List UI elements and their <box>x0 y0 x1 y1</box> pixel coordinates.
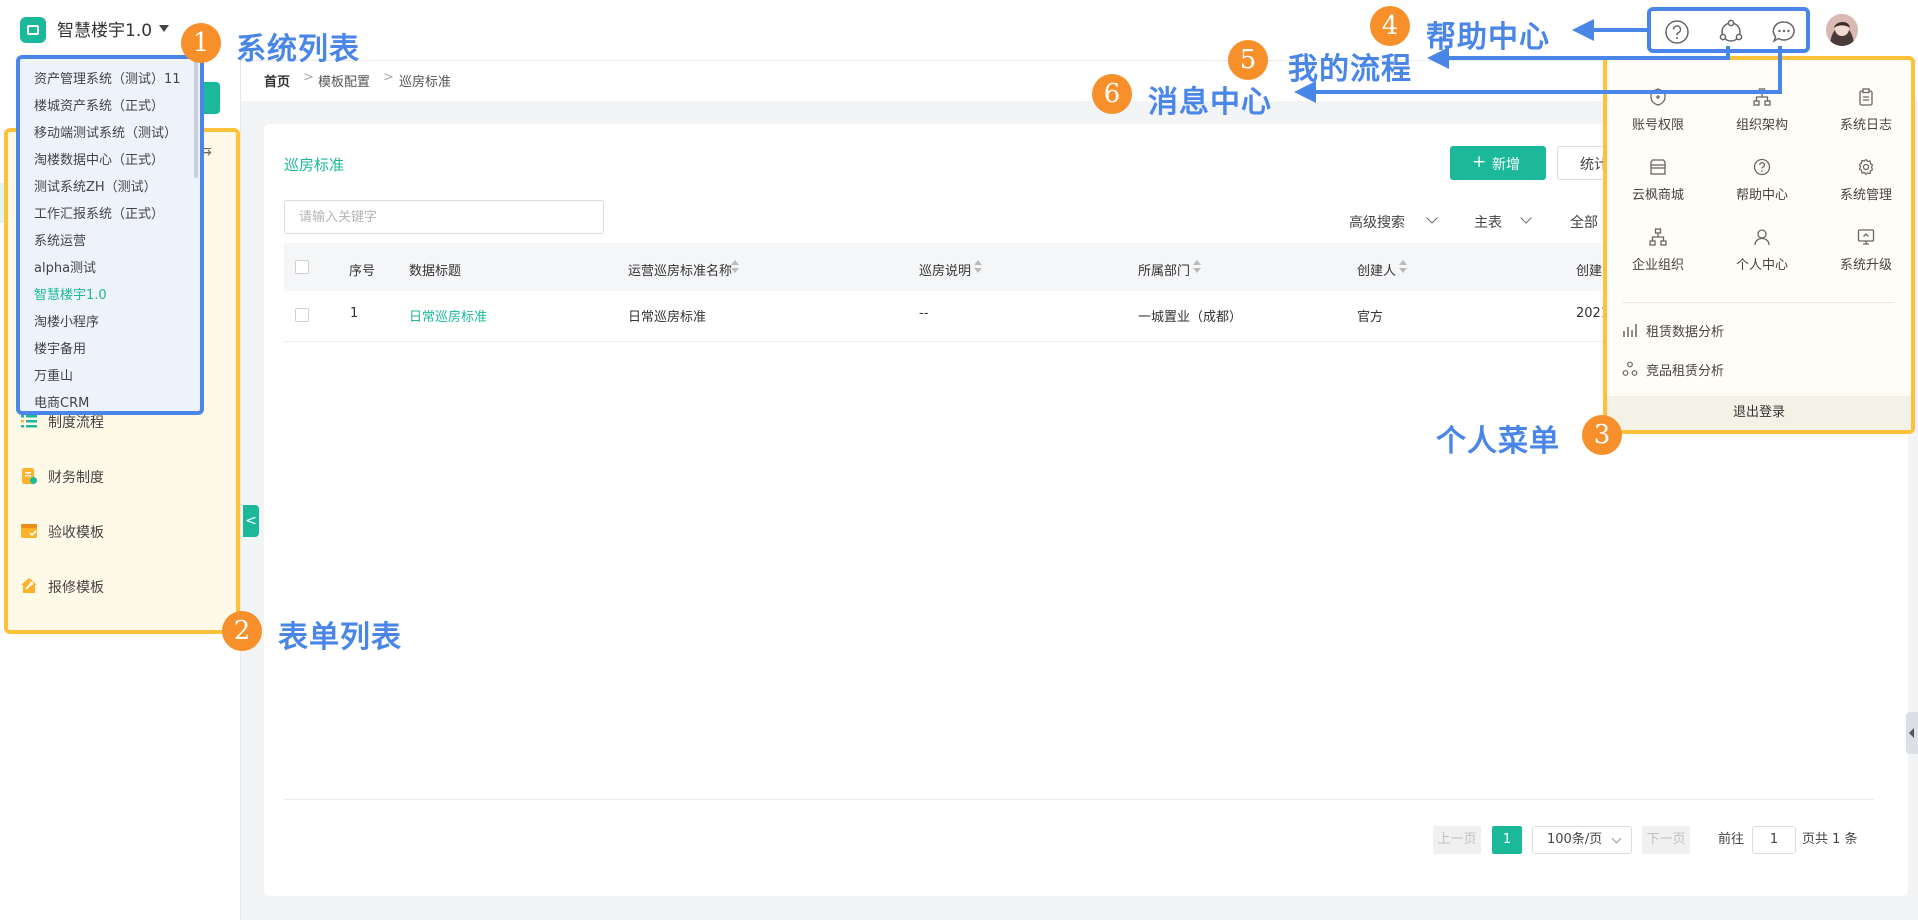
annotation-badge-1: 1 <box>181 23 221 63</box>
annotation-badge-3: 3 <box>1582 415 1622 455</box>
annotation-system-list: 系统列表 <box>236 32 360 67</box>
annotation-personal-menu: 个人菜单 <box>1436 424 1560 459</box>
annotation-my-process: 我的流程 <box>1288 52 1412 87</box>
annotation-message-center: 消息中心 <box>1148 85 1272 120</box>
annotation-badge-4: 4 <box>1370 6 1410 46</box>
annotation-badge-2: 2 <box>222 611 262 651</box>
annotation-help-center: 帮助中心 <box>1426 20 1550 55</box>
annotation-form-list: 表单列表 <box>278 620 402 655</box>
annotation-arrows <box>1294 19 1782 103</box>
annotation-badge-6: 6 <box>1092 74 1132 114</box>
annotation-badge-5: 5 <box>1228 40 1268 80</box>
